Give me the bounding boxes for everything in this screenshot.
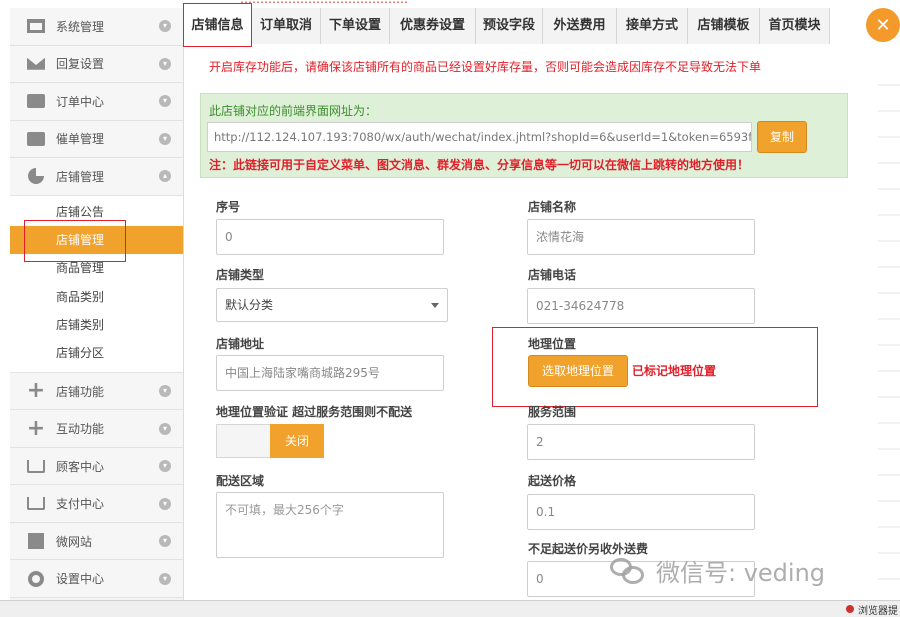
service-range-input[interactable]: 2 (527, 424, 755, 460)
shop-type-label: 店铺类型 (216, 268, 265, 282)
tab-accept-method[interactable]: 接单方式 (617, 8, 688, 44)
submenu-item-product-categories[interactable]: 商品类别 (10, 283, 183, 311)
shop-type-value: 默认分类 (225, 298, 274, 312)
chevron-up-icon: ▴ (159, 170, 171, 183)
frontend-url-field[interactable]: http://112.124.107.193:7080/wx/auth/wech… (207, 122, 752, 152)
sidebar-item-orders[interactable]: 订单中心 ▾ (10, 83, 183, 121)
shop-type-select[interactable]: 默认分类 (216, 288, 448, 322)
mail-icon (26, 56, 46, 72)
tab-order-cancel[interactable]: 订单取消 (252, 8, 321, 44)
address-input[interactable]: 中国上海陆家嘴商城路295号 (216, 355, 444, 391)
min-price-input[interactable]: 0.1 (527, 494, 755, 530)
plus-icon: + (26, 415, 46, 441)
status-bar-text: 浏览器提 (858, 606, 898, 617)
sidebar-item-label: 互动功能 (56, 422, 105, 437)
tab-coupon-settings[interactable]: 优惠券设置 (390, 8, 476, 44)
seq-input[interactable]: 0 (216, 219, 444, 255)
chevron-down-icon: ▾ (159, 460, 171, 473)
sidebar-item-shop-management[interactable]: 店铺管理 ▴ (10, 158, 183, 196)
caret-down-icon (431, 303, 439, 308)
submenu-item-shop-zones[interactable]: 店铺分区 (10, 339, 183, 367)
toggle-off-label: 关闭 (270, 424, 324, 458)
tray-icon (26, 458, 46, 474)
tab-bar: 店铺信息 订单取消 下单设置 优惠券设置 预设字段 外送费用 接单方式 店铺模板… (184, 8, 830, 44)
sidebar-item-label: 店铺功能 (56, 384, 105, 399)
inventory-warning: 开启库存功能后，请确保该店铺所有的商品已经设置好库存量，否则可能会造成因库存不足… (209, 60, 762, 74)
chevron-down-icon: ▾ (159, 422, 171, 435)
sidebar-item-label: 订单中心 (56, 94, 105, 109)
tab-homepage-module[interactable]: 首页模块 (760, 8, 830, 44)
frontend-url-panel: 此店铺对应的前端界面网址为： http://112.124.107.193:70… (200, 93, 848, 178)
delivery-area-textarea[interactable]: 不可填，最大256个字 (216, 492, 444, 558)
browser-status-bar: 浏览器提 (0, 600, 900, 617)
sidebar-item-shop-features[interactable]: + 店铺功能 ▾ (10, 372, 183, 411)
sidebar-item-label: 催单管理 (56, 132, 105, 147)
plus-icon: + (26, 378, 46, 404)
pie-icon (26, 168, 46, 185)
page-right-edge (878, 60, 900, 600)
sidebar-item-customers[interactable]: 顾客中心 ▾ (10, 447, 183, 486)
highlight-box-tab (183, 3, 252, 47)
sidebar-item-reminders[interactable]: 催单管理 ▾ (10, 120, 183, 158)
highlight-box-submenu (24, 220, 126, 262)
tab-shop-template[interactable]: 店铺模板 (688, 8, 760, 44)
shop-phone-input[interactable]: 021-34624778 (527, 288, 755, 324)
geo-verify-toggle[interactable]: 关闭 (216, 424, 324, 458)
url-panel-note: 注：此链接可用于自定义菜单、图文消息、群发消息、分享信息等一切可以在微信上跳转的… (209, 158, 750, 172)
wechat-logo-icon (610, 556, 646, 586)
copy-button[interactable]: 复制 (757, 121, 807, 153)
highlight-box-geo (492, 327, 818, 407)
chevron-down-icon: ▾ (159, 95, 171, 108)
tray-icon (26, 496, 46, 512)
delivery-area-placeholder: 不可填，最大256个字 (225, 503, 344, 517)
chevron-down-icon: ▾ (159, 132, 171, 145)
geo-verify-label: 地理位置验证 超过服务范围则不配送 (216, 405, 413, 419)
shop-phone-label: 店铺电话 (528, 268, 577, 282)
sidebar-item-label: 设置中心 (56, 572, 105, 587)
chevron-down-icon: ▾ (159, 385, 171, 398)
tab-order-settings[interactable]: 下单设置 (321, 8, 390, 44)
status-warning-icon (846, 605, 854, 613)
sidebar-item-microsite[interactable]: 微网站 ▾ (10, 522, 183, 561)
gear-icon (26, 570, 46, 587)
service-range-label: 服务范围 (528, 405, 577, 419)
tab-preset-fields[interactable]: 预设字段 (476, 8, 543, 44)
printer-icon (26, 131, 46, 147)
cut-off-notice: …………………………………… (240, 0, 408, 4)
sidebar-item-label: 店铺管理 (56, 169, 105, 184)
sidebar-item-reply[interactable]: 回复设置 ▾ (10, 45, 183, 83)
shop-name-input[interactable]: 浓情花海 (527, 219, 755, 255)
sidebar-item-label: 顾客中心 (56, 459, 105, 474)
chevron-down-icon: ▾ (159, 20, 171, 33)
tab-delivery-fees[interactable]: 外送费用 (543, 8, 617, 44)
address-label: 店铺地址 (216, 337, 265, 351)
delivery-area-label: 配送区域 (216, 474, 265, 488)
sidebar-item-label: 回复设置 (56, 57, 105, 72)
watermark-text: 微信号: veding (656, 559, 826, 587)
seq-label: 序号 (216, 200, 241, 214)
sidebar-item-label: 微网站 (56, 534, 93, 549)
sidebar-item-settings[interactable]: 设置中心 ▾ (10, 560, 183, 598)
sidebar: 系统管理 ▾ 回复设置 ▾ 订单中心 ▾ 催单管理 ▾ 店铺管理 ▴ 店铺公告 … (10, 8, 184, 600)
wechat-watermark: 微信号: veding (610, 553, 825, 588)
min-price-label: 起送价格 (528, 474, 577, 488)
square-icon (26, 533, 46, 550)
grid-icon (26, 18, 46, 34)
sidebar-item-payments[interactable]: 支付中心 ▾ (10, 485, 183, 523)
url-panel-label: 此店铺对应的前端界面网址为： (209, 104, 378, 118)
shop-name-label: 店铺名称 (528, 200, 577, 214)
submenu-item-shop-categories[interactable]: 店铺类别 (10, 311, 183, 339)
chevron-down-icon: ▾ (159, 572, 171, 585)
sidebar-item-label: 支付中心 (56, 497, 105, 512)
chevron-down-icon: ▾ (159, 497, 171, 510)
chevron-down-icon: ▾ (159, 57, 171, 70)
sidebar-item-interaction[interactable]: + 互动功能 ▾ (10, 410, 183, 448)
chevron-down-icon: ▾ (159, 535, 171, 548)
mute-speaker-icon[interactable]: ✕ (866, 8, 900, 42)
printer-icon (26, 93, 46, 109)
sidebar-item-system[interactable]: 系统管理 ▾ (10, 8, 183, 46)
sidebar-item-label: 系统管理 (56, 19, 105, 34)
